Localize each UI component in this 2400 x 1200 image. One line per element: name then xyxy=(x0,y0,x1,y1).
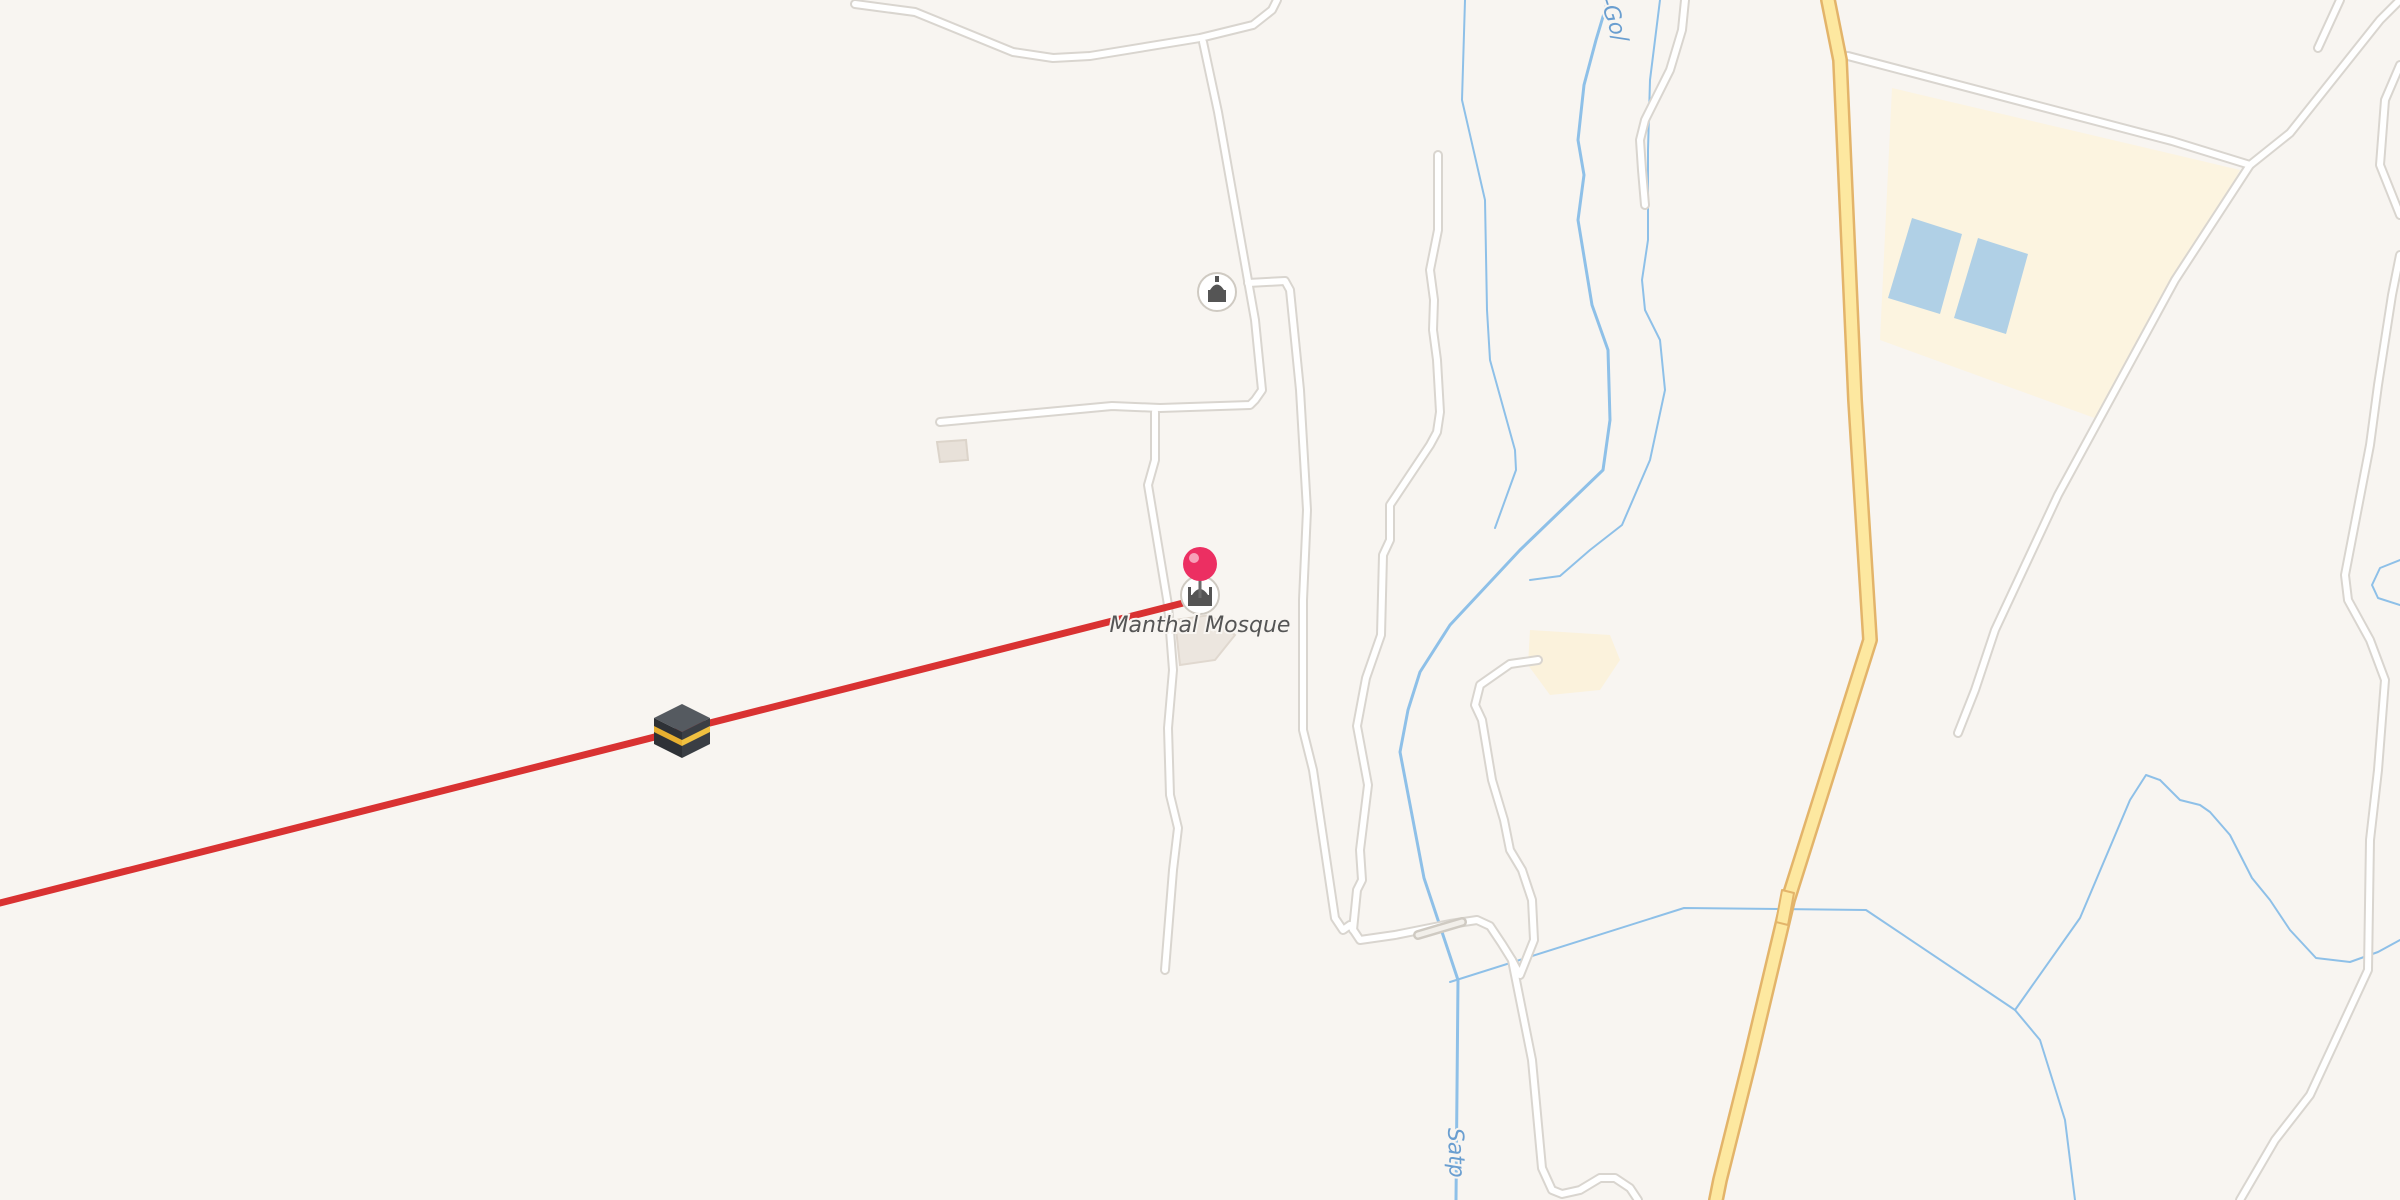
qibla-direction-line xyxy=(0,595,1203,907)
kaaba-icon xyxy=(654,704,710,758)
poi-label[interactable]: Manthal Mosque xyxy=(1108,611,1293,640)
map-canvas[interactable]: Manthal Mosque Satp -Go/ xyxy=(0,0,2400,1200)
stream-east xyxy=(2014,774,2400,1011)
stream-bend xyxy=(1529,0,1666,581)
main-road xyxy=(1708,0,1878,1200)
mosque-icon[interactable] xyxy=(1197,272,1237,312)
building-small xyxy=(935,438,970,464)
map-view[interactable]: Manthal Mosque Satp -Go/ xyxy=(0,0,2400,1200)
land-areas xyxy=(935,88,2240,695)
waterway-label: Satp xyxy=(1442,1127,1469,1178)
stream-edge xyxy=(2371,559,2400,606)
stream-go xyxy=(1398,0,1612,1200)
stream-west xyxy=(1461,0,1517,529)
